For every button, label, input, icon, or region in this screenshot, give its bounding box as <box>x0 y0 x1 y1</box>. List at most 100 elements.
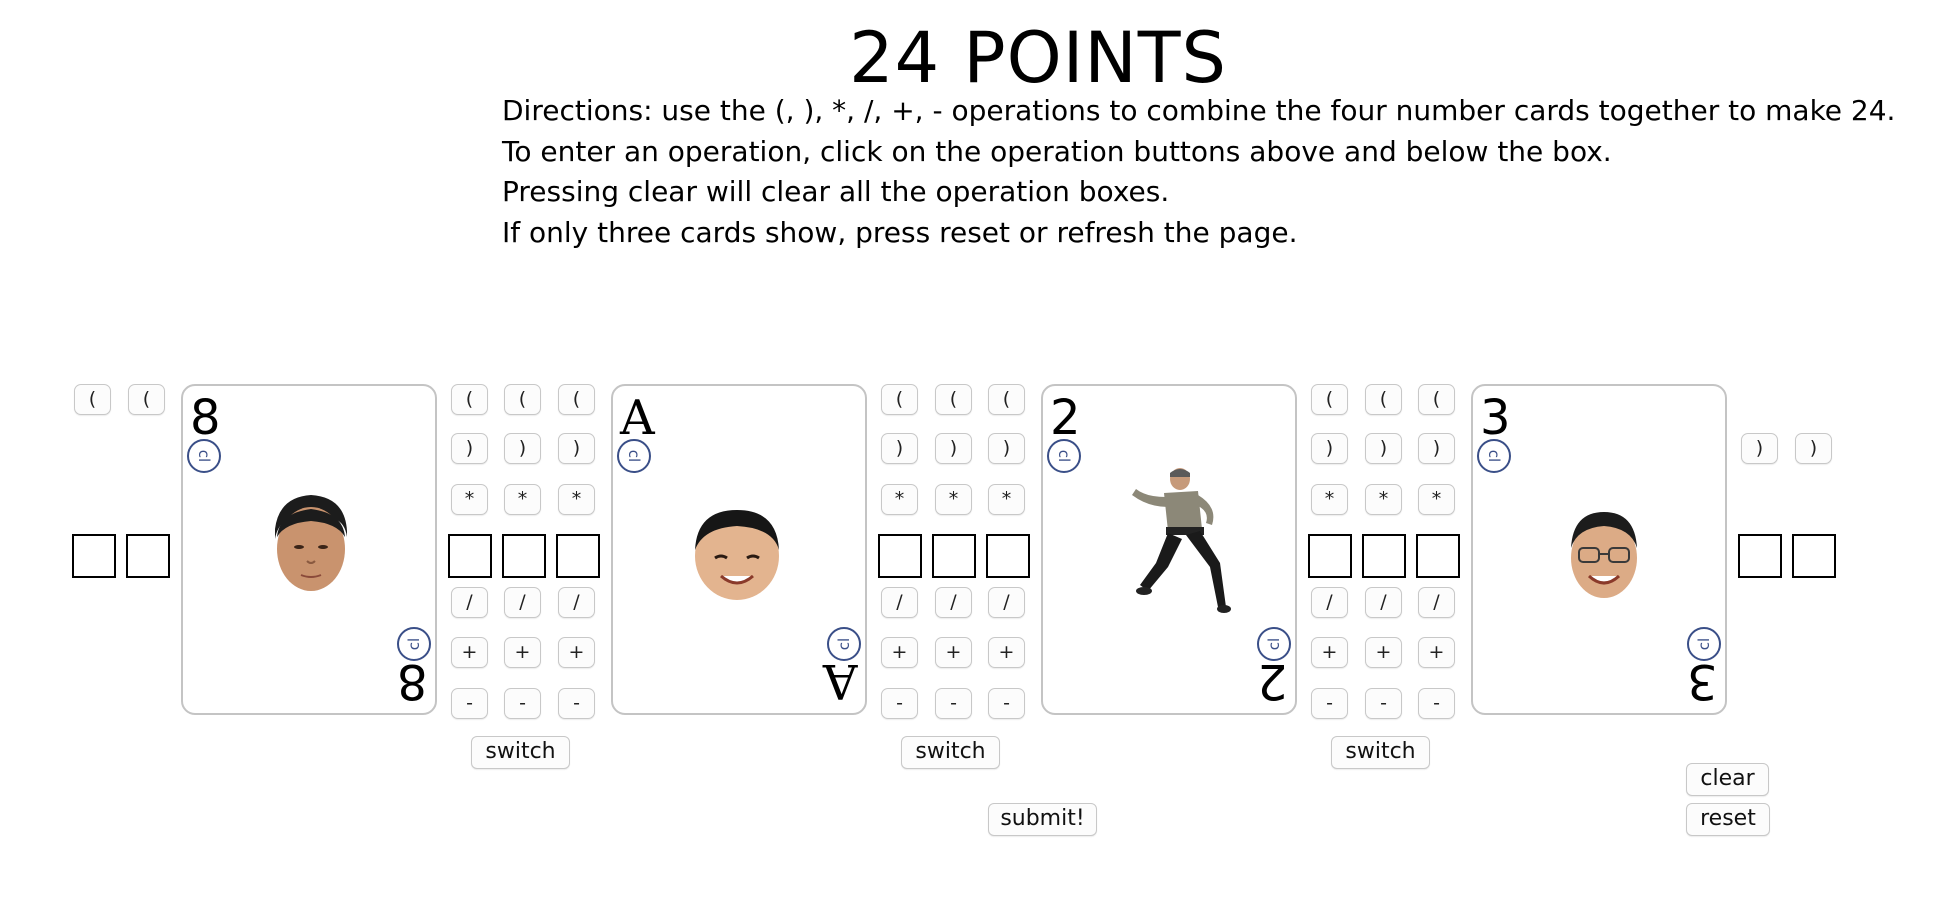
multiply-button[interactable]: * <box>1418 484 1455 515</box>
add-button[interactable]: + <box>935 637 972 668</box>
add-button[interactable]: + <box>1311 637 1348 668</box>
card-logo-icon: cl <box>1047 439 1081 473</box>
subtract-button[interactable]: - <box>451 688 488 719</box>
add-button[interactable]: + <box>504 637 541 668</box>
operation-box[interactable] <box>1738 534 1782 578</box>
card-rank: 8 <box>190 390 221 446</box>
close-paren-button[interactable]: ) <box>1795 433 1832 464</box>
subtract-button[interactable]: - <box>988 688 1025 719</box>
operation-box[interactable] <box>1792 534 1836 578</box>
clear-button[interactable]: clear <box>1686 763 1769 796</box>
operation-box[interactable] <box>986 534 1030 578</box>
card-rank: A <box>823 653 858 709</box>
directions-line: If only three cards show, press reset or… <box>502 215 1298 249</box>
divide-button[interactable]: / <box>935 587 972 618</box>
add-button[interactable]: + <box>1418 637 1455 668</box>
switch-button[interactable]: switch <box>1331 736 1430 769</box>
open-paren-button[interactable]: ( <box>504 384 541 415</box>
operation-box[interactable] <box>1362 534 1406 578</box>
divide-button[interactable]: / <box>1365 587 1402 618</box>
close-paren-button[interactable]: ) <box>1418 433 1455 464</box>
multiply-button[interactable]: * <box>558 484 595 515</box>
divide-button[interactable]: / <box>504 587 541 618</box>
directions: Directions: use the (, ), *, /, +, - ope… <box>502 91 1895 253</box>
operation-box[interactable] <box>932 534 976 578</box>
open-paren-button[interactable]: ( <box>128 384 165 415</box>
face-portrait <box>1567 508 1641 604</box>
open-paren-button[interactable]: ( <box>881 384 918 415</box>
close-paren-button[interactable]: ) <box>451 433 488 464</box>
card-rank: 2 <box>1257 653 1288 709</box>
multiply-button[interactable]: * <box>451 484 488 515</box>
add-button[interactable]: + <box>988 637 1025 668</box>
card-2: 2 cl cl 2 <box>1041 384 1297 715</box>
page-title: 24 POINTS <box>849 17 1227 99</box>
card-rank: 8 <box>397 653 428 709</box>
add-button[interactable]: + <box>881 637 918 668</box>
subtract-button[interactable]: - <box>558 688 595 719</box>
card-8: 8 cl cl 8 <box>181 384 437 715</box>
open-paren-button[interactable]: ( <box>1365 384 1402 415</box>
operation-box[interactable] <box>1416 534 1460 578</box>
multiply-button[interactable]: * <box>881 484 918 515</box>
operation-box[interactable] <box>448 534 492 578</box>
dancing-person-image <box>1126 467 1232 623</box>
switch-button[interactable]: switch <box>901 736 1000 769</box>
directions-line: Pressing clear will clear all the operat… <box>502 175 1170 208</box>
card-logo-icon: cl <box>187 439 221 473</box>
card-rank: 2 <box>1050 390 1081 446</box>
reset-button[interactable]: reset <box>1686 803 1770 836</box>
open-paren-button[interactable]: ( <box>451 384 488 415</box>
card-3: 3 cl cl 3 <box>1471 384 1727 715</box>
operation-box[interactable] <box>878 534 922 578</box>
operation-box[interactable] <box>502 534 546 578</box>
subtract-button[interactable]: - <box>1311 688 1348 719</box>
add-button[interactable]: + <box>451 637 488 668</box>
close-paren-button[interactable]: ) <box>935 433 972 464</box>
card-rank: A <box>620 390 655 446</box>
directions-line: To enter an operation, click on the oper… <box>502 134 1612 168</box>
divide-button[interactable]: / <box>1418 587 1455 618</box>
open-paren-button[interactable]: ( <box>558 384 595 415</box>
multiply-button[interactable]: * <box>1365 484 1402 515</box>
operation-box[interactable] <box>126 534 170 578</box>
close-paren-button[interactable]: ) <box>558 433 595 464</box>
multiply-button[interactable]: * <box>1311 484 1348 515</box>
face-portrait <box>691 506 783 606</box>
operation-box[interactable] <box>1308 534 1352 578</box>
close-paren-button[interactable]: ) <box>1365 433 1402 464</box>
open-paren-button[interactable]: ( <box>935 384 972 415</box>
divide-button[interactable]: / <box>451 587 488 618</box>
open-paren-button[interactable]: ( <box>1311 384 1348 415</box>
subtract-button[interactable]: - <box>1418 688 1455 719</box>
divide-button[interactable]: / <box>988 587 1025 618</box>
card-logo-icon: cl <box>617 439 651 473</box>
subtract-button[interactable]: - <box>504 688 541 719</box>
operation-box[interactable] <box>72 534 116 578</box>
multiply-button[interactable]: * <box>988 484 1025 515</box>
add-button[interactable]: + <box>1365 637 1402 668</box>
multiply-button[interactable]: * <box>504 484 541 515</box>
directions-line: Directions: use the (, ), *, /, +, - ope… <box>502 94 1896 127</box>
operation-box[interactable] <box>556 534 600 578</box>
multiply-button[interactable]: * <box>935 484 972 515</box>
open-paren-button[interactable]: ( <box>1418 384 1455 415</box>
close-paren-button[interactable]: ) <box>1741 433 1778 464</box>
open-paren-button[interactable]: ( <box>988 384 1025 415</box>
subtract-button[interactable]: - <box>1365 688 1402 719</box>
subtract-button[interactable]: - <box>935 688 972 719</box>
switch-button[interactable]: switch <box>471 736 570 769</box>
subtract-button[interactable]: - <box>881 688 918 719</box>
open-paren-button[interactable]: ( <box>74 384 111 415</box>
submit-button[interactable]: submit! <box>988 803 1097 836</box>
card-logo-icon: cl <box>1477 439 1511 473</box>
close-paren-button[interactable]: ) <box>881 433 918 464</box>
add-button[interactable]: + <box>558 637 595 668</box>
close-paren-button[interactable]: ) <box>1311 433 1348 464</box>
card-rank: 3 <box>1480 390 1511 446</box>
divide-button[interactable]: / <box>558 587 595 618</box>
divide-button[interactable]: / <box>881 587 918 618</box>
close-paren-button[interactable]: ) <box>504 433 541 464</box>
divide-button[interactable]: / <box>1311 587 1348 618</box>
close-paren-button[interactable]: ) <box>988 433 1025 464</box>
